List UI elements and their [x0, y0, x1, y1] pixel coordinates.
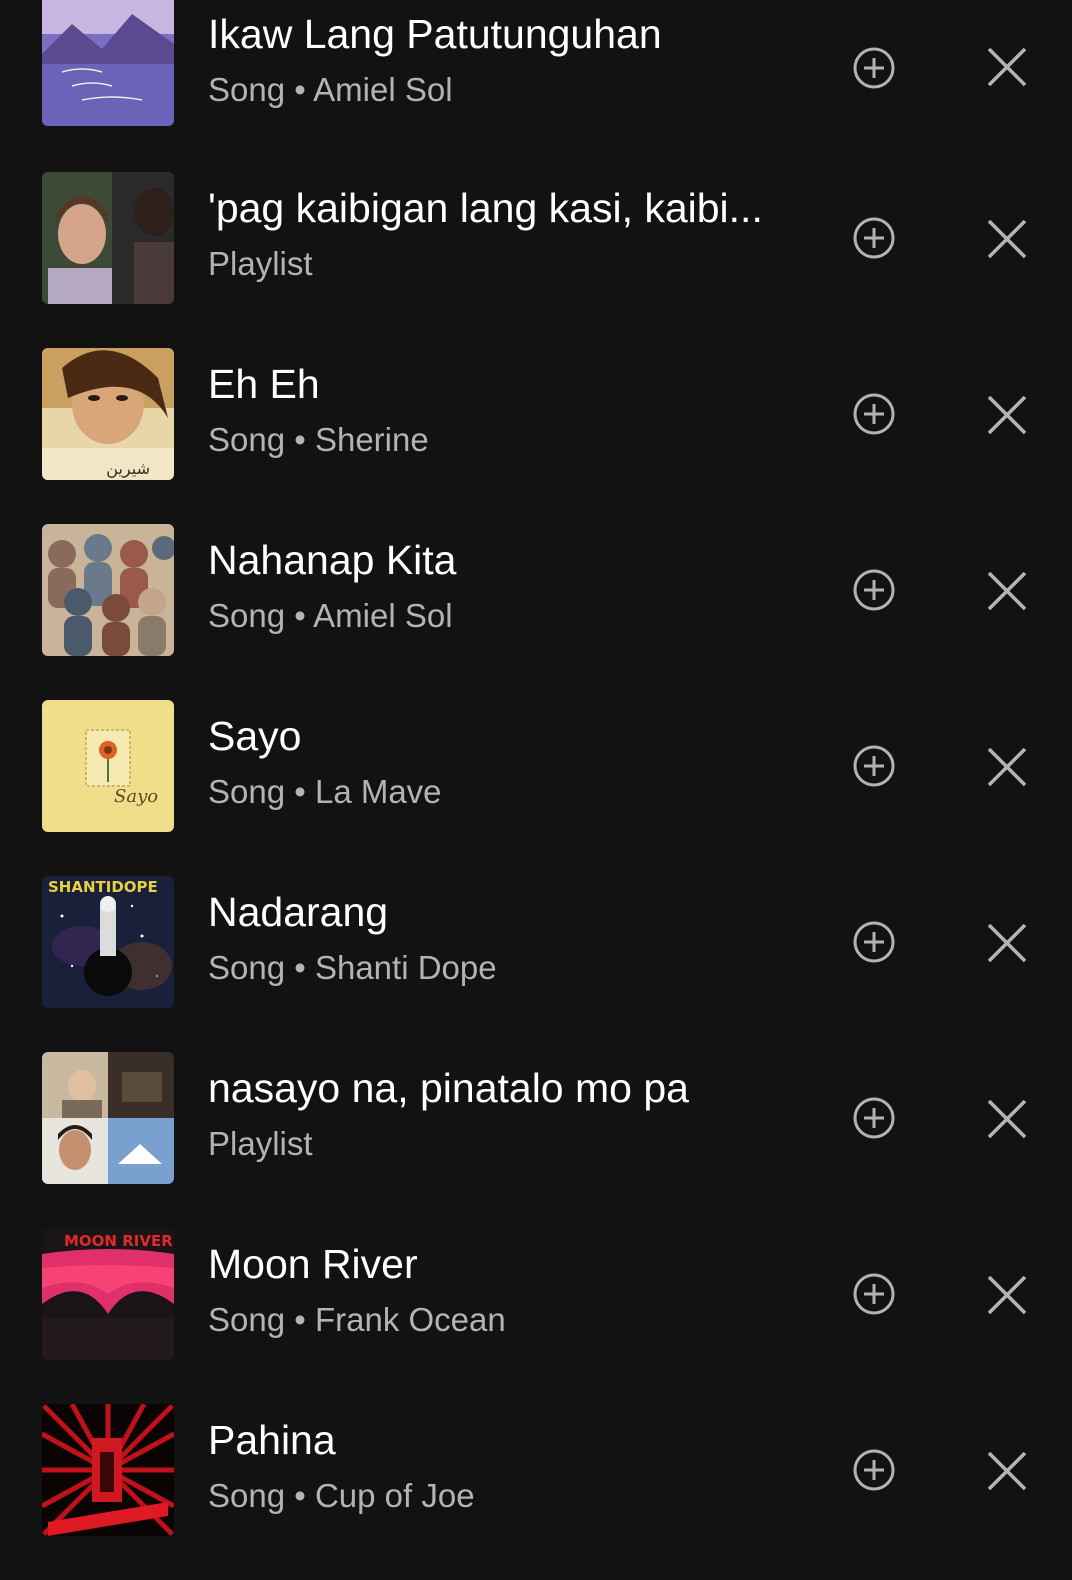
close-icon	[987, 747, 1027, 787]
remove-button[interactable]	[982, 42, 1032, 92]
item-title: Sayo	[208, 713, 302, 759]
item-title: Eh Eh	[208, 361, 320, 407]
remove-button[interactable]	[982, 1270, 1032, 1320]
item-subtitle: Song • La Mave	[208, 773, 442, 810]
add-button[interactable]	[850, 44, 898, 92]
list-item[interactable]: nasayo na, pinatalo mo pa Playlist	[0, 1052, 1072, 1228]
item-title: 'pag kaibigan lang kasi, kaibi...	[208, 185, 763, 231]
list-item[interactable]: SHANTIDOPE Nadarang Song • Shanti Dope	[0, 876, 1072, 1052]
add-circle-icon	[853, 47, 895, 89]
svg-text:شيرين: شيرين	[106, 459, 150, 479]
album-art	[42, 1404, 174, 1536]
item-subtitle: Playlist	[208, 1125, 313, 1162]
recent-searches-list: Ikaw Lang Patutunguhan Song • Amiel Sol …	[0, 0, 1072, 1580]
item-title: nasayo na, pinatalo mo pa	[208, 1065, 689, 1111]
list-item[interactable]: Ikaw Lang Patutunguhan Song • Amiel Sol	[0, 0, 1072, 176]
close-icon	[987, 571, 1027, 611]
add-button[interactable]	[850, 742, 898, 790]
remove-button[interactable]	[982, 1094, 1032, 1144]
add-circle-icon	[853, 921, 895, 963]
add-circle-icon	[853, 1449, 895, 1491]
remove-button[interactable]	[982, 918, 1032, 968]
list-item[interactable]: MOON RIVER Moon River Song • Frank Ocean	[0, 1228, 1072, 1404]
item-title: Nahanap Kita	[208, 537, 457, 583]
playlist-art	[42, 1052, 174, 1184]
add-button[interactable]	[850, 566, 898, 614]
art-text: SHANTIDOPE	[48, 878, 158, 896]
album-art: شيرين	[42, 348, 174, 480]
add-circle-icon	[853, 1273, 895, 1315]
item-subtitle: Song • Shanti Dope	[208, 949, 497, 986]
item-subtitle: Playlist	[208, 245, 313, 282]
remove-button[interactable]	[982, 1446, 1032, 1496]
item-title: Moon River	[208, 1241, 418, 1287]
remove-button[interactable]	[982, 566, 1032, 616]
remove-button[interactable]	[982, 742, 1032, 792]
item-subtitle: Song • Sherine	[208, 421, 429, 458]
add-button[interactable]	[850, 1270, 898, 1318]
close-icon	[987, 1451, 1027, 1491]
item-subtitle: Song • Cup of Joe	[208, 1477, 475, 1514]
list-item[interactable]: شيرين Eh Eh Song • Sherine	[0, 348, 1072, 524]
add-button[interactable]	[850, 1446, 898, 1494]
add-circle-icon	[853, 1097, 895, 1139]
close-icon	[987, 219, 1027, 259]
playlist-art	[42, 172, 174, 304]
list-item[interactable]: 'pag kaibigan lang kasi, kaibi... Playli…	[0, 172, 1072, 348]
add-button[interactable]	[850, 390, 898, 438]
list-item[interactable]: Sayo Sayo Song • La Mave	[0, 700, 1072, 876]
svg-text:Sayo: Sayo	[114, 786, 158, 807]
item-title: Pahina	[208, 1417, 336, 1463]
add-button[interactable]	[850, 918, 898, 966]
add-circle-icon	[853, 393, 895, 435]
remove-button[interactable]	[982, 214, 1032, 264]
album-art: MOON RIVER	[42, 1228, 174, 1360]
item-title: Ikaw Lang Patutunguhan	[208, 11, 662, 57]
album-art	[42, 0, 174, 126]
close-icon	[987, 395, 1027, 435]
list-item[interactable]: Pahina Song • Cup of Joe	[0, 1404, 1072, 1580]
add-circle-icon	[853, 745, 895, 787]
close-icon	[987, 47, 1027, 87]
item-subtitle: Song • Frank Ocean	[208, 1301, 506, 1338]
close-icon	[987, 1275, 1027, 1315]
add-button[interactable]	[850, 1094, 898, 1142]
album-art: Sayo	[42, 700, 174, 832]
add-button[interactable]	[850, 214, 898, 262]
album-art: SHANTIDOPE	[42, 876, 174, 1008]
add-circle-icon	[853, 569, 895, 611]
remove-button[interactable]	[982, 390, 1032, 440]
item-title: Nadarang	[208, 889, 389, 935]
art-text: MOON RIVER	[64, 1232, 173, 1250]
album-art	[42, 524, 174, 656]
item-subtitle: Song • Amiel Sol	[208, 71, 453, 108]
add-circle-icon	[853, 217, 895, 259]
item-subtitle: Song • Amiel Sol	[208, 597, 453, 634]
close-icon	[987, 923, 1027, 963]
close-icon	[987, 1099, 1027, 1139]
list-item[interactable]: Nahanap Kita Song • Amiel Sol	[0, 524, 1072, 700]
